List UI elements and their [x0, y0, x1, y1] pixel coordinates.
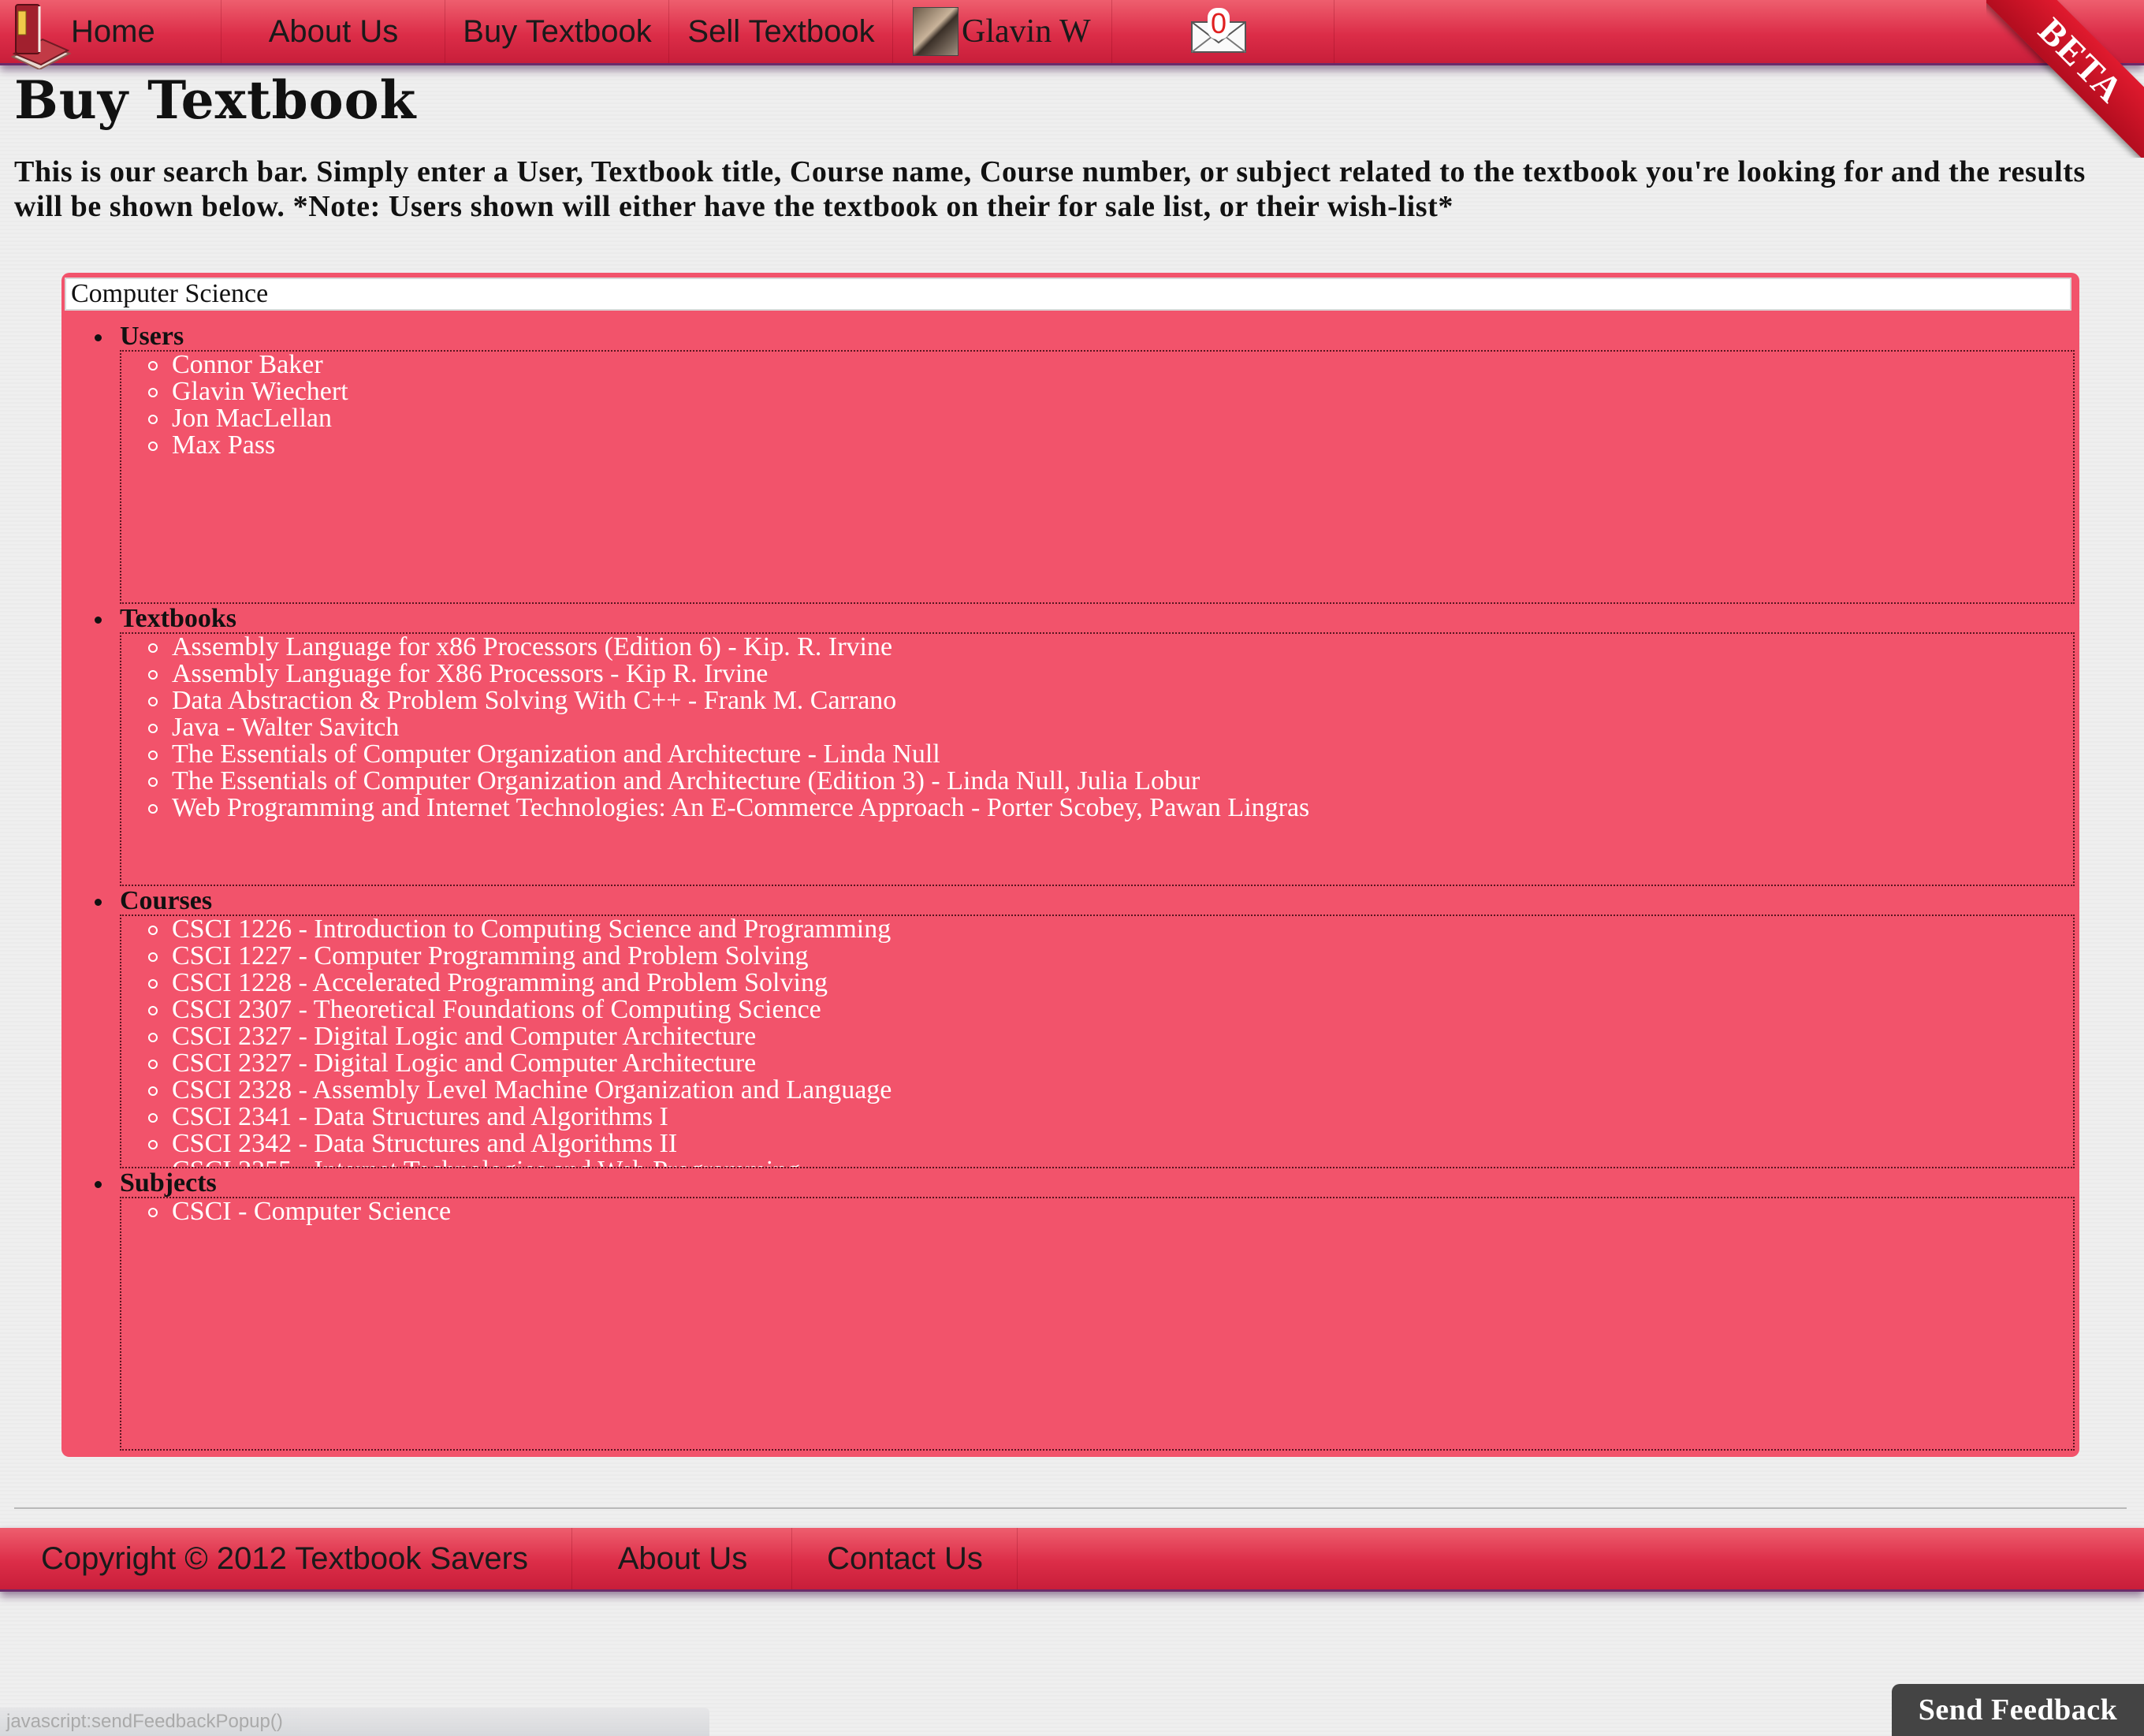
course-result-item[interactable]: CSCI 2341 - Data Structures and Algorith… — [148, 1104, 2073, 1131]
results-textbooks-box[interactable]: Assembly Language for x86 Processors (Ed… — [120, 632, 2075, 886]
page-title: Buy Textbook — [14, 69, 417, 131]
book-logo-icon[interactable] — [8, 2, 71, 69]
send-feedback-button[interactable]: Send Feedback — [1892, 1684, 2144, 1736]
results-subjects-title: Subjects — [95, 1168, 217, 1198]
results-users-title: Users — [94, 322, 184, 351]
results-textbooks-title: Textbooks — [94, 604, 237, 633]
footer-bar: Copyright © 2012 Textbook Savers About U… — [0, 1528, 2144, 1592]
textbook-result-item[interactable]: The Essentials of Computer Organization … — [148, 741, 2073, 768]
nav-home-label: Home — [71, 13, 155, 49]
nav-home-link[interactable]: Home — [71, 0, 221, 63]
browser-status-bar: javascript:sendFeedbackPopup() — [0, 1708, 709, 1736]
nav-user-profile[interactable]: Glavin W — [913, 0, 1112, 63]
results-users-box[interactable]: Connor Baker Glavin Wiechert Jon MacLellan… — [120, 350, 2075, 604]
user-result-item[interactable]: Glavin Wiechert — [148, 378, 2073, 405]
course-result-item[interactable]: CSCI 2342 - Data Structures and Algorith… — [148, 1131, 2073, 1157]
mail-button[interactable]: 0 — [1189, 8, 1249, 54]
results-courses-title: Courses — [94, 886, 213, 915]
footer-copyright: Copyright © 2012 Textbook Savers — [0, 1528, 572, 1589]
nav-about-link[interactable]: About Us — [222, 0, 445, 63]
results-subjects-box[interactable]: CSCI - Computer Science — [120, 1197, 2075, 1451]
course-result-item[interactable]: CSCI 2355 - Internet Technologies and We… — [172, 1157, 2073, 1168]
user-result-item[interactable]: Connor Baker — [148, 352, 2073, 378]
course-result-item[interactable]: CSCI 1227 - Computer Programming and Pro… — [148, 943, 2073, 970]
top-navigation-bar: Home About Us Buy Textbook Sell Textbook… — [0, 0, 2144, 158]
footer-divider — [14, 1507, 2127, 1509]
nav-about-label: About Us — [268, 13, 399, 49]
nav-buy-link[interactable]: Buy Textbook — [446, 0, 669, 63]
results-courses-list: CSCI 1226 - Introduction to Computing Sc… — [121, 916, 2073, 1168]
beta-ribbon: BETA — [1986, 0, 2144, 158]
textbook-result-item[interactable]: Web Programming and Internet Technologie… — [148, 795, 2073, 821]
footer-about-label: About Us — [617, 1540, 748, 1576]
textbook-result-item[interactable]: The Essentials of Computer Organization … — [148, 768, 2073, 795]
message-count-badge: 0 — [1208, 8, 1230, 39]
textbook-result-item[interactable]: Data Abstraction & Problem Solving With … — [148, 687, 2073, 714]
course-result-item[interactable]: CSCI 1228 - Accelerated Programming and … — [148, 970, 2073, 997]
results-courses-box[interactable]: CSCI 1226 - Introduction to Computing Sc… — [120, 915, 2075, 1168]
results-textbooks-list: Assembly Language for x86 Processors (Ed… — [121, 634, 2073, 821]
avatar — [913, 7, 958, 56]
textbook-result-item[interactable]: Assembly Language for X86 Processors - K… — [148, 661, 2073, 687]
results-subjects-list: CSCI - Computer Science — [121, 1198, 2073, 1225]
search-instructions: This is our search bar. Simply enter a U… — [14, 155, 2086, 223]
results-users-list: Connor Baker Glavin Wiechert Jon MacLellan… — [121, 352, 2073, 459]
search-panel: Computer Science Users Connor Baker Glavi… — [61, 273, 2079, 1457]
user-name-label: Glavin W — [962, 13, 1091, 50]
nav-sell-label: Sell Textbook — [687, 13, 875, 49]
nav-sell-link[interactable]: Sell Textbook — [670, 0, 893, 63]
footer-contact-label: Contact Us — [827, 1540, 983, 1576]
nav-buy-label: Buy Textbook — [463, 13, 652, 49]
course-result-item[interactable]: CSCI 2328 - Assembly Level Machine Organ… — [148, 1077, 2073, 1104]
course-result-item[interactable]: CSCI 2327 - Digital Logic and Computer A… — [148, 1023, 2073, 1050]
footer-about-link[interactable]: About Us — [574, 1528, 792, 1589]
search-input[interactable]: Computer Science — [65, 278, 2071, 311]
beta-label: BETA — [1986, 0, 2144, 158]
course-result-item[interactable]: CSCI 2307 - Theoretical Foundations of C… — [148, 997, 2073, 1023]
course-result-item[interactable]: CSCI 1226 - Introduction to Computing Sc… — [148, 916, 2073, 943]
subject-result-item[interactable]: CSCI - Computer Science — [148, 1198, 2073, 1225]
user-result-item[interactable]: Max Pass — [148, 432, 2073, 459]
textbook-result-item[interactable]: Java - Walter Savitch — [148, 714, 2073, 741]
copyright-text: Copyright © 2012 Textbook Savers — [41, 1540, 528, 1576]
textbook-result-item[interactable]: Assembly Language for x86 Processors (Ed… — [148, 634, 2073, 661]
user-result-item[interactable]: Jon MacLellan — [148, 405, 2073, 432]
footer-contact-link[interactable]: Contact Us — [793, 1528, 1018, 1589]
course-result-item[interactable]: CSCI 2327 - Digital Logic and Computer A… — [148, 1050, 2073, 1077]
